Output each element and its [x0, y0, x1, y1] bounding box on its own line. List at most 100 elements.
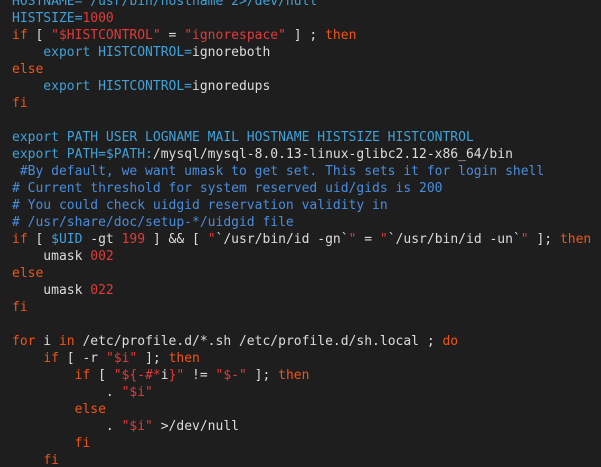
code-token-plain: >/dev/null [152, 419, 239, 434]
code-token-keyword: then [278, 368, 310, 383]
code-token-variable: HISTSIZE= [12, 11, 83, 26]
code-line[interactable]: umask 022 [12, 282, 591, 299]
code-token-string: "$i" [121, 419, 153, 434]
code-line[interactable]: for i in /etc/profile.d/*.sh /etc/profil… [12, 333, 591, 350]
code-token-keyword: fi [74, 436, 91, 451]
code-token-plain: ignoredups [192, 79, 271, 94]
code-token-plain: != [184, 368, 216, 383]
code-token-plain: [ [90, 368, 114, 383]
code-token-keyword: else [74, 402, 106, 417]
code-line[interactable]: HOSTNAME=`/usr/bin/hostname 2>/dev/null` [12, 0, 591, 10]
code-line[interactable]: if [ "$HISTCONTROL" = "ignorespace" ] ; … [12, 27, 591, 44]
code-token-plain: umask [12, 283, 91, 298]
code-token-keyword: fi [12, 300, 28, 315]
code-token-plain: -gt [82, 232, 122, 247]
code-token-plain: [ -r [58, 351, 106, 366]
code-line[interactable]: # You could check uidgid reservation val… [12, 197, 591, 214]
code-line[interactable]: export HISTCONTROL=ignoreboth [12, 44, 591, 61]
code-line[interactable]: else [12, 401, 591, 418]
code-token-plain: . [12, 419, 122, 434]
code-token-comment: #By default, we want umask to get set. T… [12, 164, 545, 179]
code-token-plain: . [12, 385, 122, 400]
code-token-keyword: if [12, 28, 28, 43]
code-line[interactable]: else [12, 61, 591, 78]
code-token-keyword: for [12, 334, 36, 349]
code-token-variable: export HISTCONTROL= [12, 79, 193, 94]
code-token-number: 199 [121, 232, 146, 247]
code-line[interactable] [12, 316, 591, 333]
code-token-string: "ignorespace" [184, 28, 286, 43]
code-token-plain: = [356, 232, 380, 247]
code-token-keyword: else [12, 266, 44, 281]
code-line[interactable]: fi [12, 435, 591, 452]
code-line[interactable]: # /usr/share/doc/setup-*/uidgid file [12, 214, 591, 231]
code-token-string: " [379, 232, 388, 247]
code-token-number: 002 [90, 249, 114, 264]
code-token-string: " [207, 232, 216, 247]
code-token-plain: ignoreboth [192, 45, 271, 60]
code-line[interactable]: umask 002 [12, 248, 591, 265]
code-line[interactable]: if [ "${-#*i}" != "$-" ]; then [12, 367, 591, 384]
code-token-comment: # /usr/share/doc/setup-*/uidgid file [12, 215, 294, 230]
code-token-plain: i [160, 368, 169, 383]
code-token-plain: `/usr/bin/id -un` [387, 232, 521, 247]
code-token-keyword: do [442, 334, 459, 349]
code-line[interactable]: fi [12, 299, 591, 316]
code-token-variable: export PATH=$PATH: [12, 147, 153, 162]
code-token-string: "$-" [215, 368, 247, 383]
code-line[interactable]: if [ -r "$i" ]; then [12, 350, 591, 367]
code-token-variable: export PATH USER LOGNAME MAIL HOSTNAME H… [12, 130, 474, 145]
code-token-variable: $UID [51, 232, 83, 247]
code-token-string: "$i" [121, 385, 153, 400]
code-token-keyword: if [43, 351, 59, 366]
code-token-plain: i [35, 334, 59, 349]
code-token-number: 022 [90, 283, 114, 298]
code-line[interactable]: . "$i" >/dev/null [12, 418, 591, 435]
code-line[interactable]: fi [12, 95, 591, 112]
code-token-plain: [ [27, 28, 52, 43]
code-token-number: 1000 [82, 11, 114, 26]
code-line[interactable]: #By default, we want umask to get set. T… [12, 163, 591, 180]
code-line[interactable]: else [12, 265, 591, 282]
code-token-plain: /etc/profile.d/*.sh /etc/profile.d/sh.lo… [74, 334, 443, 349]
code-line[interactable]: fi [12, 452, 591, 467]
code-line[interactable]: export PATH=$PATH:/mysql/mysql-8.0.13-li… [12, 146, 591, 163]
code-token-keyword: then [325, 28, 357, 43]
code-token-comment: # Current threshold for system reserved … [12, 181, 443, 196]
code-line[interactable] [12, 112, 591, 129]
code-token-plain: [ [27, 232, 52, 247]
code-token-string: "${-#* [113, 368, 161, 383]
code-token-keyword: fi [12, 96, 28, 111]
code-token-keyword: else [12, 62, 44, 77]
code-token-variable: export HISTCONTROL= [12, 45, 193, 60]
code-token-plain: ]; [137, 351, 169, 366]
code-token-string: "$i" [105, 351, 138, 366]
code-token-keyword: fi [43, 453, 59, 467]
code-line[interactable]: export HISTCONTROL=ignoredups [12, 78, 591, 95]
code-token-variable: HOSTNAME=`/usr/bin/hostname 2>/dev/null` [12, 0, 326, 9]
code-token-keyword: then [559, 232, 592, 247]
code-token-plain: ] ; [285, 28, 326, 43]
code-line[interactable]: export PATH USER LOGNAME MAIL HOSTNAME H… [12, 129, 591, 146]
code-token-string: " [520, 232, 529, 247]
code-token-plain: /mysql/mysql-8.0.13-linux-glibc2.12-x86_… [152, 147, 513, 162]
code-token-plain: umask [12, 249, 91, 264]
code-line[interactable]: # Current threshold for system reserved … [12, 180, 591, 197]
code-token-string: }" [168, 368, 185, 383]
code-token-keyword: in [58, 334, 75, 349]
code-line[interactable]: HISTSIZE=1000 [12, 10, 591, 27]
code-token-plain: ]; [246, 368, 279, 383]
code-line[interactable]: . "$i" [12, 384, 591, 401]
code-line[interactable]: if [ $UID -gt 199 ] && [ "`/usr/bin/id -… [12, 231, 591, 248]
code-token-keyword: if [12, 232, 28, 247]
code-token-plain: ]; [528, 232, 560, 247]
code-text-area[interactable]: HOSTNAME=`/usr/bin/hostname 2>/dev/null`… [12, 0, 591, 467]
code-editor[interactable]: HOSTNAME=`/usr/bin/hostname 2>/dev/null`… [0, 0, 601, 467]
code-token-keyword: if [74, 368, 91, 383]
code-token-plain: `/usr/bin/id -gn` [215, 232, 349, 247]
code-token-plain: ] && [ [145, 232, 208, 247]
